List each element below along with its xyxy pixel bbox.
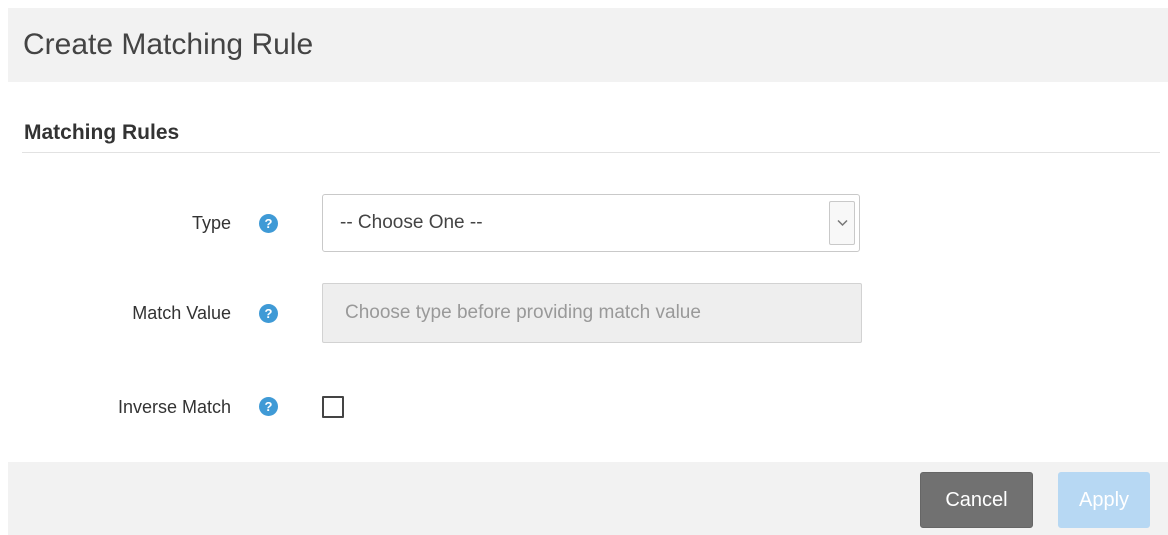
- inverse-match-row: Inverse Match ?: [0, 394, 1168, 420]
- inverse-match-help-icon[interactable]: ?: [259, 397, 278, 416]
- chevron-down-icon[interactable]: [829, 201, 855, 245]
- match-value-help-icon[interactable]: ?: [259, 304, 278, 323]
- dialog-header: Create Matching Rule: [8, 8, 1168, 82]
- type-select[interactable]: -- Choose One --: [322, 194, 860, 252]
- match-value-input[interactable]: Choose type before providing match value: [322, 283, 862, 343]
- apply-button[interactable]: Apply: [1058, 472, 1150, 528]
- type-row: Type ? -- Choose One --: [0, 194, 1168, 252]
- match-value-label: Match Value: [132, 302, 231, 323]
- type-select-value: -- Choose One --: [340, 212, 483, 233]
- type-help-icon[interactable]: ?: [259, 214, 278, 233]
- match-value-row: Match Value ? Choose type before providi…: [0, 283, 1168, 343]
- create-matching-rule-dialog: Create Matching Rule Matching Rules Type…: [0, 0, 1168, 535]
- inverse-match-checkbox[interactable]: [322, 396, 344, 418]
- type-label: Type: [191, 212, 231, 233]
- dialog-footer: Cancel Apply: [8, 462, 1168, 535]
- section-divider: [22, 152, 1160, 153]
- match-value-placeholder: Choose type before providing match value: [345, 302, 701, 323]
- inverse-match-label: Inverse Match: [117, 396, 231, 417]
- dialog-title: Create Matching Rule: [23, 28, 314, 61]
- cancel-button[interactable]: Cancel: [920, 472, 1033, 528]
- section-title: Matching Rules: [24, 121, 180, 144]
